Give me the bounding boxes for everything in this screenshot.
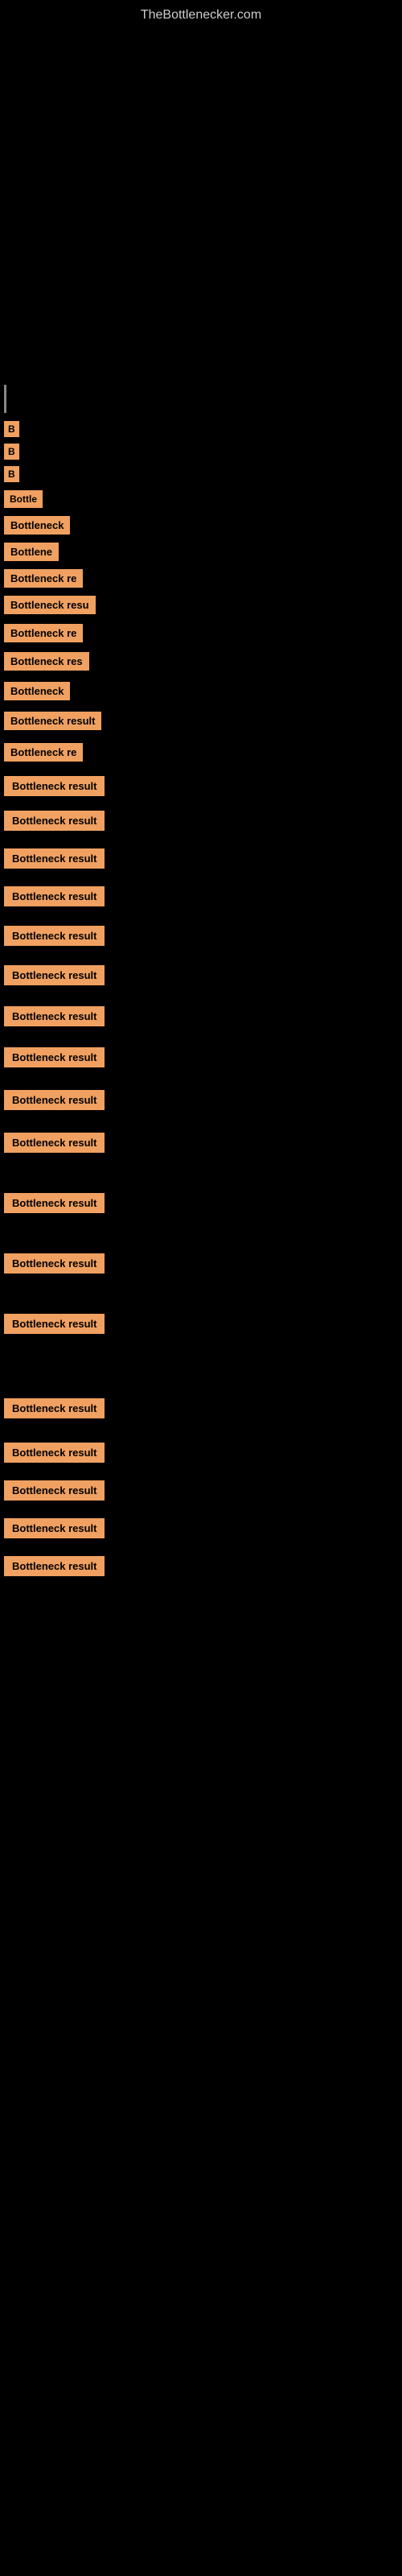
bottleneck-label-2: B <box>4 444 19 460</box>
bottleneck-label-10: Bottleneck res <box>4 652 89 671</box>
list-item: B <box>4 466 402 482</box>
bottleneck-label-20: Bottleneck result <box>4 1006 105 1026</box>
list-item: Bottleneck result <box>4 1253 402 1274</box>
bottleneck-label-4: Bottle <box>4 490 43 508</box>
bottleneck-label-28: Bottleneck result <box>4 1443 105 1463</box>
list-item: Bottleneck <box>4 516 402 535</box>
list-item: Bottleneck <box>4 682 402 700</box>
labels-container: B B B Bottle Bottleneck Bottlene Bottlen… <box>0 421 402 1576</box>
bottleneck-label-26: Bottleneck result <box>4 1314 105 1334</box>
bottleneck-label-22: Bottleneck result <box>4 1090 105 1110</box>
list-item: B <box>4 444 402 460</box>
list-item: Bottleneck re <box>4 624 402 642</box>
bottleneck-label-9: Bottleneck re <box>4 624 83 642</box>
list-item: Bottleneck result <box>4 1556 402 1576</box>
list-item: Bottleneck result <box>4 886 402 906</box>
bottleneck-label-30: Bottleneck result <box>4 1518 105 1538</box>
site-title: TheBottlenecker.com <box>141 8 261 22</box>
bottleneck-label-23: Bottleneck result <box>4 1133 105 1153</box>
bottleneck-label-29: Bottleneck result <box>4 1480 105 1501</box>
bottleneck-label-17: Bottleneck result <box>4 886 105 906</box>
bottleneck-label-16: Bottleneck result <box>4 848 105 869</box>
bottleneck-label-21: Bottleneck result <box>4 1047 105 1067</box>
list-item: Bottleneck result <box>4 1398 402 1418</box>
bottleneck-label-11: Bottleneck <box>4 682 70 700</box>
bottleneck-label-8: Bottleneck resu <box>4 596 96 614</box>
bottleneck-label-6: Bottlene <box>4 543 59 561</box>
list-item: Bottleneck result <box>4 1133 402 1153</box>
list-item: Bottlene <box>4 543 402 561</box>
list-item: Bottleneck result <box>4 1006 402 1026</box>
bottleneck-label-12: Bottleneck result <box>4 712 101 730</box>
list-item: Bottleneck re <box>4 743 402 762</box>
list-item: Bottle <box>4 490 402 508</box>
bottleneck-label-1: B <box>4 421 19 437</box>
list-item: Bottleneck result <box>4 776 402 796</box>
bottleneck-label-5: Bottleneck <box>4 516 70 535</box>
vertical-indicator <box>4 385 6 413</box>
bottleneck-label-3: B <box>4 466 19 482</box>
bottleneck-label-15: Bottleneck result <box>4 811 105 831</box>
list-item: Bottleneck result <box>4 1518 402 1538</box>
list-item: Bottleneck result <box>4 926 402 946</box>
main-content-area <box>4 31 398 385</box>
list-item: Bottleneck result <box>4 1314 402 1334</box>
bottleneck-label-7: Bottleneck re <box>4 569 83 588</box>
list-item: Bottleneck result <box>4 848 402 869</box>
bottleneck-label-13: Bottleneck re <box>4 743 83 762</box>
bottleneck-label-19: Bottleneck result <box>4 965 105 985</box>
list-item: Bottleneck re <box>4 569 402 588</box>
list-item: Bottleneck resu <box>4 596 402 614</box>
list-item: Bottleneck result <box>4 811 402 831</box>
list-item: Bottleneck result <box>4 1090 402 1110</box>
list-item: Bottleneck result <box>4 1443 402 1463</box>
bottleneck-label-18: Bottleneck result <box>4 926 105 946</box>
bottleneck-label-27: Bottleneck result <box>4 1398 105 1418</box>
list-item: Bottleneck result <box>4 712 402 730</box>
list-item: Bottleneck result <box>4 965 402 985</box>
list-item: B <box>4 421 402 437</box>
bottleneck-label-24: Bottleneck result <box>4 1193 105 1213</box>
bottleneck-label-14: Bottleneck result <box>4 776 105 796</box>
site-title-container: TheBottlenecker.com <box>0 0 402 31</box>
list-item: Bottleneck result <box>4 1480 402 1501</box>
list-item: Bottleneck result <box>4 1193 402 1213</box>
list-item: Bottleneck result <box>4 1047 402 1067</box>
bottleneck-label-31: Bottleneck result <box>4 1556 105 1576</box>
list-item: Bottleneck res <box>4 652 402 671</box>
bottleneck-label-25: Bottleneck result <box>4 1253 105 1274</box>
